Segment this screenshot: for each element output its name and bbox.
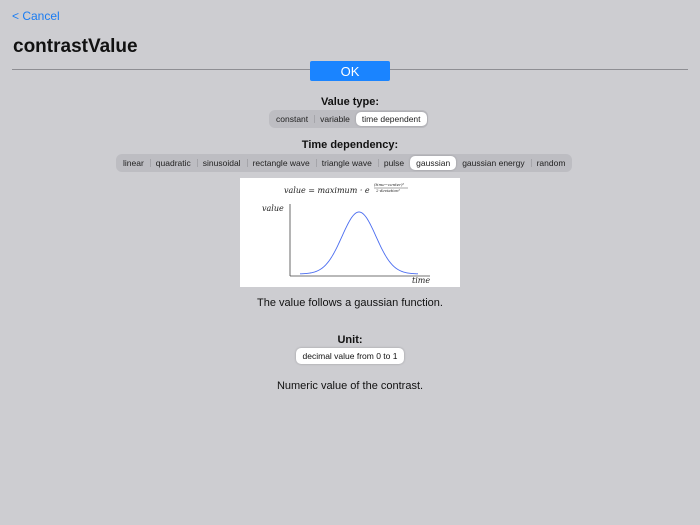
time-dependency-quadratic[interactable]: quadratic — [149, 156, 197, 170]
time-dependency-triangle-wave[interactable]: triangle wave — [315, 156, 378, 170]
y-axis-label: value — [262, 204, 284, 213]
time-dependency-gaussian-energy[interactable]: gaussian energy — [456, 156, 530, 170]
function-graph: value = maximum · e (time−center)² 2·dev… — [240, 178, 460, 287]
page-title: contrastValue — [13, 36, 138, 57]
time-dependency-linear[interactable]: linear — [117, 156, 150, 170]
formula-exponent-numerator: (time−center)² — [374, 182, 405, 187]
time-dependency-label: Time dependency: — [301, 139, 399, 151]
ok-button[interactable]: OK — [310, 61, 390, 81]
formula-exponent-denominator: 2·deviation² — [375, 188, 401, 193]
gaussian-graph-svg: value = maximum · e (time−center)² 2·dev… — [262, 182, 430, 285]
time-dependency-random[interactable]: random — [530, 156, 572, 170]
x-axis-label: time — [412, 276, 430, 285]
function-description: The value follows a gaussian function. — [257, 297, 443, 309]
value-type-constant[interactable]: constant — [270, 112, 314, 126]
value-type-time-dependent[interactable]: time dependent — [355, 112, 427, 126]
unit-description: Numeric value of the contrast. — [276, 380, 424, 392]
formula-lhs: value = maximum · e — [284, 186, 370, 195]
time-dependency-sinusoidal[interactable]: sinusoidal — [196, 156, 247, 170]
time-dependency-rectangle-wave[interactable]: rectangle wave — [246, 156, 316, 170]
value-type-label: Value type: — [320, 96, 380, 108]
time-dependency-pulse[interactable]: pulse — [377, 156, 410, 170]
time-dependency-gaussian[interactable]: gaussian — [410, 156, 457, 170]
cancel-button[interactable]: < Cancel — [12, 9, 60, 23]
unit-value: decimal value from 0 to 1 — [296, 348, 404, 364]
unit-label: Unit: — [337, 334, 363, 346]
value-type-segmented-control: constant variable time dependent — [269, 110, 428, 128]
value-type-variable[interactable]: variable — [314, 112, 356, 126]
time-dependency-segmented-control: linear quadratic sinusoidal rectangle wa… — [116, 154, 573, 172]
gaussian-curve — [299, 211, 419, 275]
